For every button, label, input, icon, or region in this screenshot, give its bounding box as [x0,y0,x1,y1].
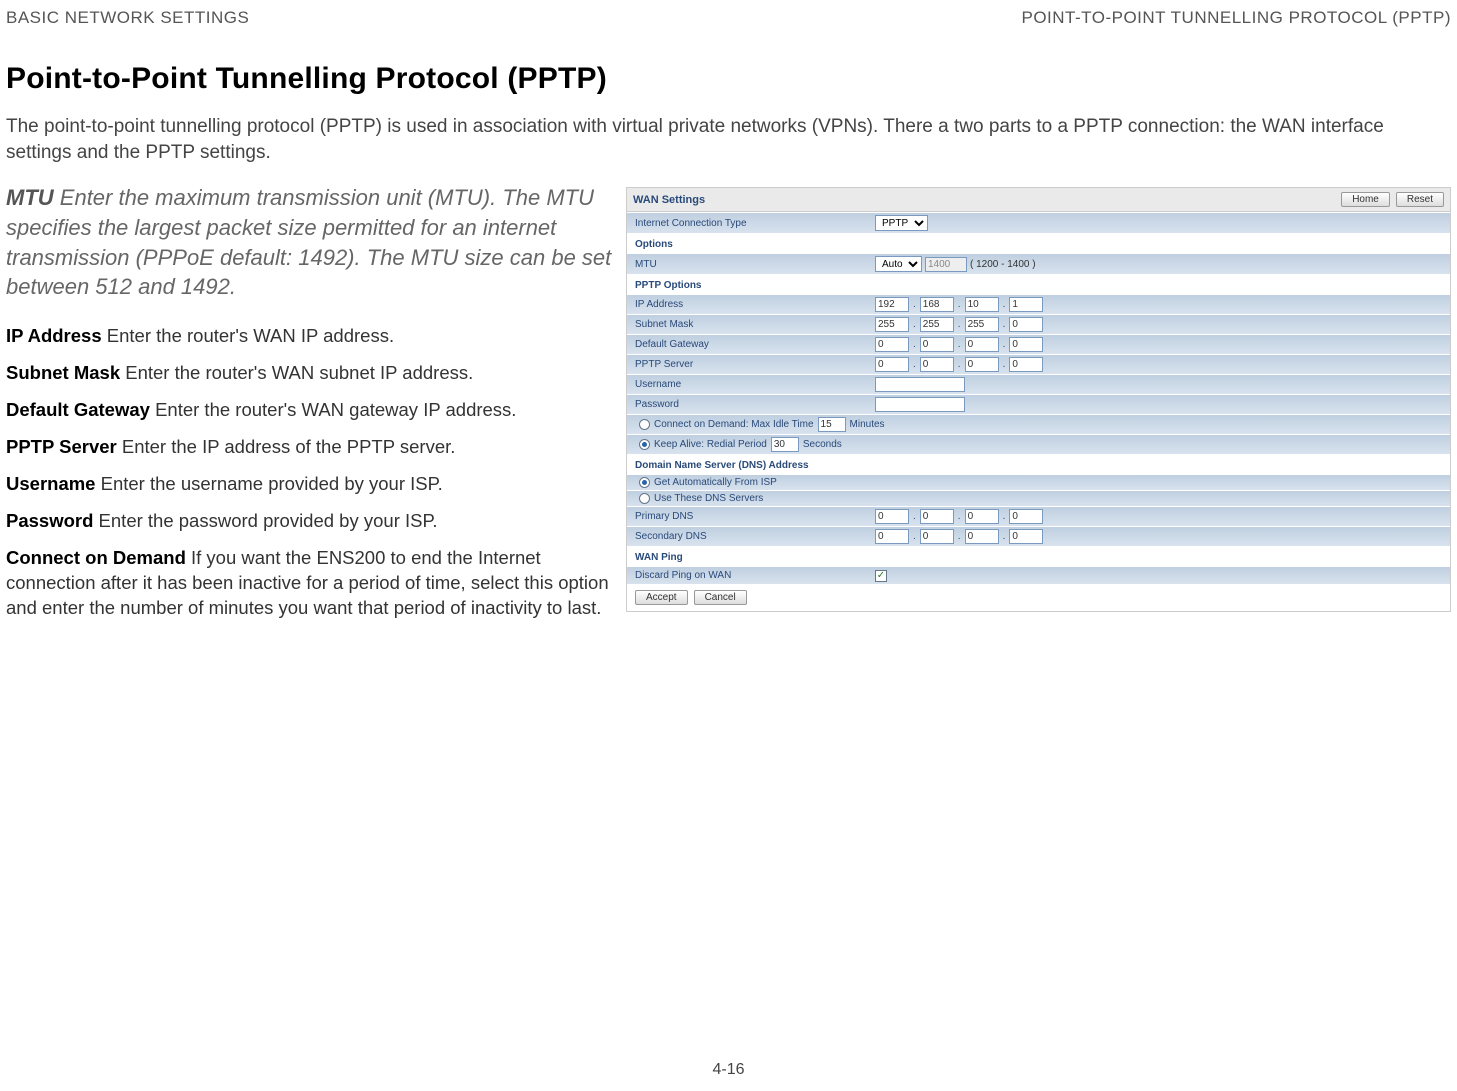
mtu-mode-select[interactable]: Auto [875,256,922,272]
connect-on-demand-radio[interactable] [639,419,650,430]
keep-alive-label: Keep Alive: Redial Period [654,439,767,450]
dns-auto-label: Get Automatically From ISP [654,477,777,488]
secondary-dns-octet-1[interactable] [875,529,909,544]
definition-ip-address-label: IP Address [6,325,102,346]
pptp-options-title: PPTP Options [627,274,1450,294]
pptp-server-octet-4[interactable] [1009,357,1043,372]
default-gateway-label: Default Gateway [635,339,875,350]
definition-ip-address: IP Address Enter the router's WAN IP add… [6,324,616,349]
definition-mtu: MTU Enter the maximum transmission unit … [6,183,616,302]
pptp-server-octet-3[interactable] [965,357,999,372]
keep-alive-input[interactable] [771,437,799,452]
cancel-button[interactable]: Cancel [694,590,747,605]
secondary-dns-label: Secondary DNS [635,531,875,542]
definition-connect-on-demand: Connect on Demand If you want the ENS200… [6,546,616,621]
pptp-server-octet-2[interactable] [920,357,954,372]
discard-ping-checkbox[interactable] [875,570,887,582]
keep-alive-unit: Seconds [803,439,842,450]
dns-title: Domain Name Server (DNS) Address [627,454,1450,474]
ip-address-octet-3[interactable] [965,297,999,312]
username-label: Username [635,379,875,390]
subnet-mask-label: Subnet Mask [635,319,875,330]
intro-paragraph: The point-to-point tunnelling protocol (… [0,114,1457,183]
definition-pptp-server-label: PPTP Server [6,436,117,457]
definition-password: Password Enter the password provided by … [6,509,616,534]
connect-on-demand-input[interactable] [818,417,846,432]
mtu-label: MTU [635,259,875,270]
ip-address-octet-4[interactable] [1009,297,1043,312]
section-left: BASIC NETWORK SETTINGS [6,8,249,28]
definition-pptp-server-text: Enter the IP address of the PPTP server. [122,436,456,457]
primary-dns-octet-2[interactable] [920,509,954,524]
mtu-value-input[interactable] [925,257,967,272]
accept-button[interactable]: Accept [635,590,688,605]
ip-address-octet-1[interactable] [875,297,909,312]
pptp-server-label: PPTP Server [635,359,875,370]
subnet-mask-octet-2[interactable] [920,317,954,332]
subnet-mask-octet-4[interactable] [1009,317,1043,332]
wan-ping-title: WAN Ping [627,546,1450,566]
default-gateway-octet-1[interactable] [875,337,909,352]
definition-username: Username Enter the username provided by … [6,472,616,497]
page-number: 4-16 [712,1061,744,1079]
username-input[interactable] [875,377,965,392]
secondary-dns-octet-3[interactable] [965,529,999,544]
definition-username-text: Enter the username provided by your ISP. [101,473,443,494]
secondary-dns-octet-4[interactable] [1009,529,1043,544]
subnet-mask-octet-3[interactable] [965,317,999,332]
definition-subnet-mask: Subnet Mask Enter the router's WAN subne… [6,361,616,386]
definition-default-gateway: Default Gateway Enter the router's WAN g… [6,398,616,423]
subnet-mask-octet-1[interactable] [875,317,909,332]
discard-ping-label: Discard Ping on WAN [635,570,875,581]
definition-pptp-server: PPTP Server Enter the IP address of the … [6,435,616,460]
keep-alive-radio[interactable] [639,439,650,450]
primary-dns-octet-3[interactable] [965,509,999,524]
definition-mtu-label: MTU [6,185,54,210]
section-right: POINT-TO-POINT TUNNELLING PROTOCOL (PPTP… [1021,8,1451,28]
definition-password-text: Enter the password provided by your ISP. [99,510,438,531]
page-title: Point-to-Point Tunnelling Protocol (PPTP… [0,32,1457,114]
primary-dns-octet-4[interactable] [1009,509,1043,524]
password-label: Password [635,399,875,410]
definition-username-label: Username [6,473,95,494]
ip-address-label: IP Address [635,299,875,310]
password-input[interactable] [875,397,965,412]
primary-dns-octet-1[interactable] [875,509,909,524]
definitions-column: MTU Enter the maximum transmission unit … [6,183,616,632]
definition-default-gateway-label: Default Gateway [6,399,150,420]
wan-settings-screenshot: WAN Settings Home Reset Internet Connect… [626,187,1451,612]
definition-subnet-mask-label: Subnet Mask [6,362,120,383]
dns-manual-label: Use These DNS Servers [654,493,763,504]
connect-on-demand-unit: Minutes [850,419,885,430]
default-gateway-octet-3[interactable] [965,337,999,352]
connect-on-demand-label: Connect on Demand: Max Idle Time [654,419,814,430]
default-gateway-octet-2[interactable] [920,337,954,352]
definition-mtu-text: Enter the maximum transmission unit (MTU… [6,185,611,299]
internet-connection-type-select[interactable]: PPTP [875,215,928,231]
definition-default-gateway-text: Enter the router's WAN gateway IP addres… [155,399,516,420]
home-button[interactable]: Home [1341,192,1390,207]
default-gateway-octet-4[interactable] [1009,337,1043,352]
secondary-dns-octet-2[interactable] [920,529,954,544]
dns-manual-radio[interactable] [639,493,650,504]
mtu-range: ( 1200 - 1400 ) [970,259,1036,270]
wan-settings-title: WAN Settings [633,194,705,206]
definition-password-label: Password [6,510,93,531]
options-title: Options [627,233,1450,253]
dns-auto-radio[interactable] [639,477,650,488]
reset-button[interactable]: Reset [1396,192,1444,207]
internet-connection-type-label: Internet Connection Type [635,218,875,229]
ip-address-octet-2[interactable] [920,297,954,312]
definition-ip-address-text: Enter the router's WAN IP address. [107,325,394,346]
pptp-server-octet-1[interactable] [875,357,909,372]
definition-subnet-mask-text: Enter the router's WAN subnet IP address… [125,362,473,383]
definition-connect-on-demand-label: Connect on Demand [6,547,186,568]
primary-dns-label: Primary DNS [635,511,875,522]
